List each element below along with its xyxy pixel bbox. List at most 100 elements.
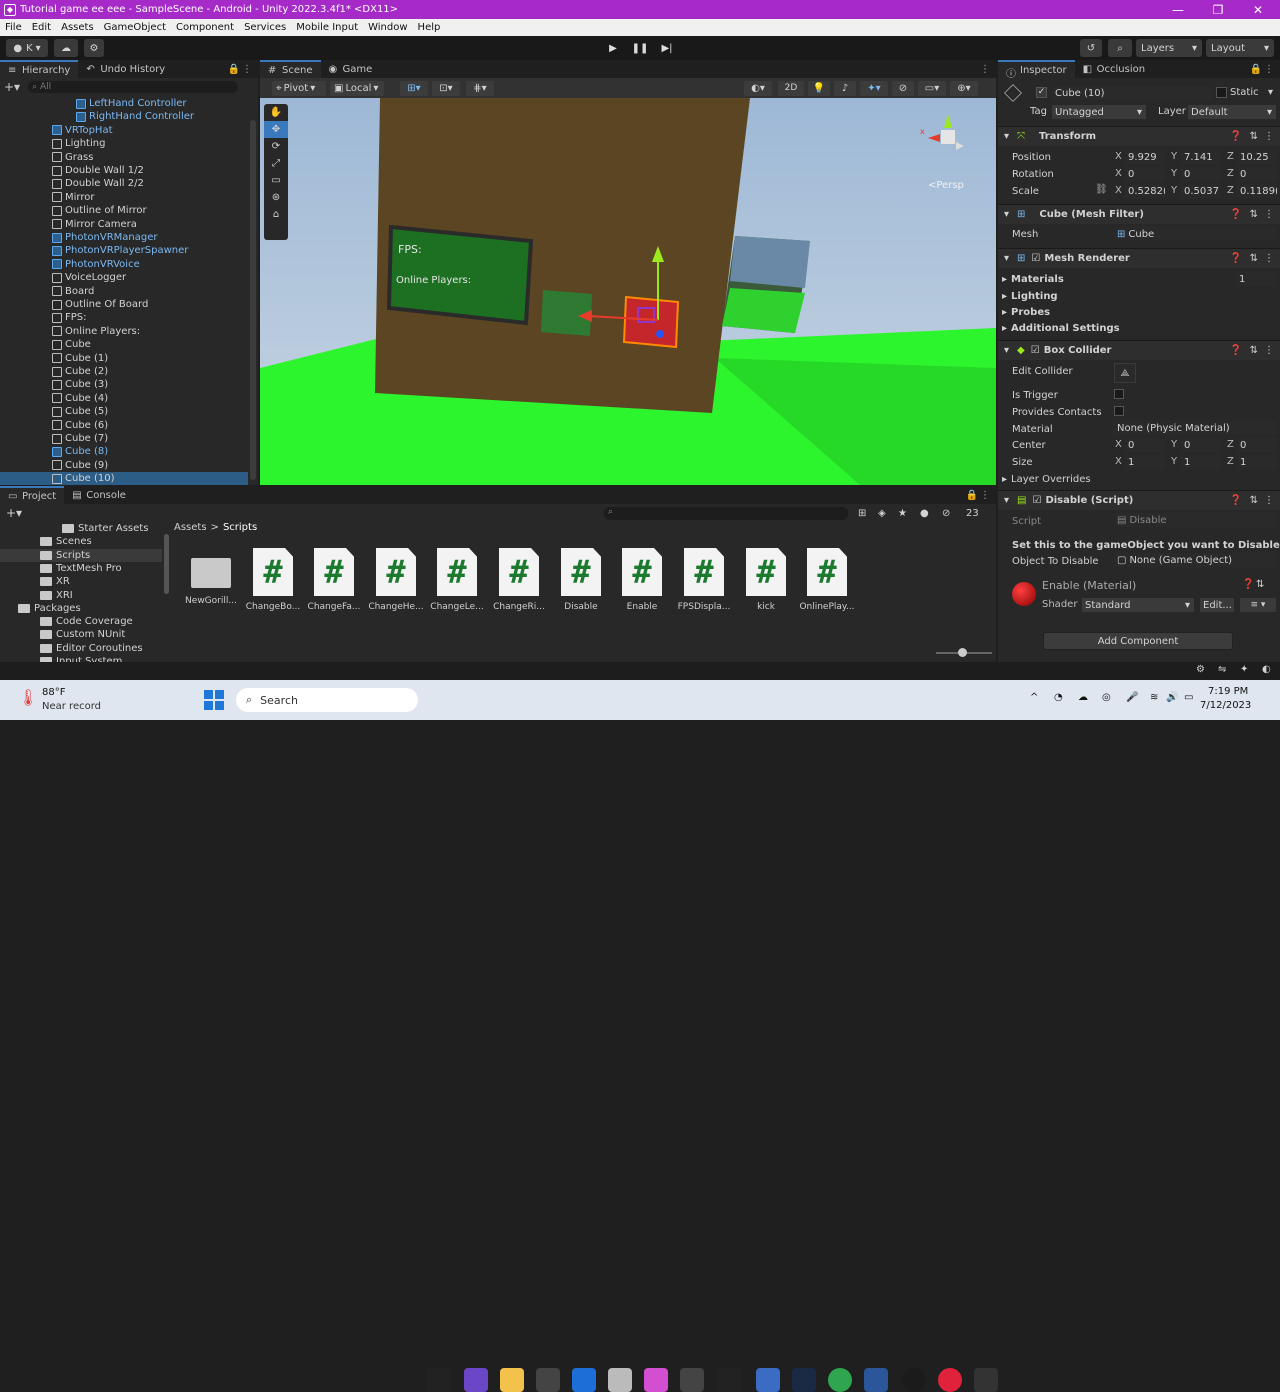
mesh-field[interactable]: ⊞ Cube bbox=[1114, 227, 1276, 241]
hierarchy-item[interactable]: Mirror Camera bbox=[0, 218, 248, 231]
steam-icon[interactable] bbox=[792, 1368, 816, 1392]
asset-item[interactable]: # Enable bbox=[611, 548, 673, 612]
add-icon[interactable]: +▾ bbox=[4, 80, 20, 94]
tray-app-icon[interactable]: ◔ bbox=[1054, 692, 1063, 703]
filter-type-icon[interactable]: ⊞ bbox=[858, 508, 866, 519]
hierarchy-item[interactable]: Double Wall 1/2 bbox=[0, 164, 248, 177]
camera-settings-icon[interactable]: ▭▾ bbox=[918, 80, 946, 96]
store-icon[interactable] bbox=[572, 1368, 596, 1392]
snipping-icon[interactable] bbox=[644, 1368, 668, 1392]
static-dropdown-icon[interactable]: ▾ bbox=[1268, 87, 1273, 98]
project-tree-item[interactable]: Scripts bbox=[0, 548, 162, 562]
tab-console[interactable]: ▤ Console bbox=[64, 486, 134, 504]
clock-date[interactable]: 7/12/2023 bbox=[1200, 700, 1251, 711]
lock-icon[interactable]: 🔒 bbox=[1250, 64, 1262, 75]
help-icon[interactable]: ❓ bbox=[1230, 253, 1242, 264]
hidden-objects-icon[interactable]: ⊘ bbox=[892, 80, 914, 96]
local-dropdown[interactable]: ▣ Local ▾ bbox=[330, 80, 384, 96]
tray-app-icon[interactable]: ◎ bbox=[1102, 692, 1111, 703]
asset-item[interactable]: # Disable bbox=[550, 548, 612, 612]
menu-file[interactable]: File bbox=[0, 22, 27, 33]
kebab-menu-icon[interactable]: ⋮ bbox=[980, 64, 990, 75]
help-icon[interactable]: ❓ bbox=[1230, 495, 1242, 506]
layer-dropdown[interactable]: Default ▾ bbox=[1188, 105, 1276, 119]
meta-icon[interactable] bbox=[718, 1368, 742, 1392]
project-tree-item[interactable]: TextMesh Pro bbox=[0, 562, 162, 575]
account-button[interactable]: ● K ▾ bbox=[6, 39, 48, 57]
app-icon[interactable] bbox=[608, 1368, 632, 1392]
hierarchy-item[interactable]: Double Wall 2/2 bbox=[0, 177, 248, 190]
hierarchy-item[interactable]: Cube (10) bbox=[0, 472, 248, 485]
hierarchy-item[interactable]: Cube (3) bbox=[0, 378, 248, 391]
app-icon[interactable] bbox=[902, 1368, 926, 1392]
help-icon[interactable]: ❓ bbox=[1230, 209, 1242, 220]
preset-icon[interactable]: ⇅ bbox=[1250, 131, 1258, 142]
hierarchy-search-input[interactable]: ⌕ All bbox=[28, 81, 239, 93]
kebab-menu-icon[interactable]: ⋮ bbox=[242, 64, 252, 75]
size-z-field[interactable]: 1 bbox=[1237, 455, 1277, 469]
tab-project[interactable]: ▭ Project bbox=[0, 486, 65, 504]
tab-occlusion[interactable]: ◧ Occlusion bbox=[1075, 60, 1153, 78]
task-view-icon[interactable] bbox=[426, 1368, 450, 1392]
kebab-menu-icon[interactable]: ⋮ bbox=[1264, 64, 1274, 75]
tray-cloud-icon[interactable]: ☁ bbox=[1078, 692, 1088, 703]
position-z-field[interactable]: 10.25 bbox=[1237, 150, 1277, 164]
hierarchy-item[interactable]: Mirror bbox=[0, 191, 248, 204]
custom-tool-icon[interactable]: ⌂ bbox=[264, 206, 288, 223]
mode-2d-button[interactable]: 2D bbox=[778, 80, 804, 96]
rotate-tool-icon[interactable]: ⟳ bbox=[264, 138, 288, 155]
pause-icon[interactable]: ❚❚ bbox=[628, 39, 652, 57]
wifi-icon[interactable]: ≋ bbox=[1150, 692, 1158, 703]
add-component-button[interactable]: Add Component bbox=[1043, 632, 1233, 650]
hierarchy-item[interactable]: Cube (7) bbox=[0, 432, 248, 445]
size-y-field[interactable]: 1 bbox=[1181, 455, 1221, 469]
asset-item[interactable]: NewGorill... bbox=[180, 548, 242, 606]
asset-item[interactable]: # ChangeHe... bbox=[365, 548, 427, 612]
preset-icon[interactable]: ⇅ bbox=[1250, 495, 1258, 506]
rotation-z-field[interactable]: 0 bbox=[1237, 167, 1277, 181]
project-tree-scrollbar[interactable] bbox=[164, 534, 169, 594]
project-tree-item[interactable]: Scenes bbox=[0, 535, 162, 548]
project-tree-item[interactable]: Custom NUnit bbox=[0, 628, 162, 641]
shader-edit-button[interactable]: Edit... bbox=[1200, 598, 1234, 612]
size-x-field[interactable]: 1 bbox=[1125, 455, 1165, 469]
cloud-icon[interactable]: ☁ bbox=[54, 39, 78, 57]
asset-item[interactable]: # FPSDispla... bbox=[673, 548, 735, 612]
shading-mode-button[interactable]: ◐▾ bbox=[744, 80, 772, 96]
layout-dropdown[interactable]: Layout ▾ bbox=[1206, 39, 1274, 57]
debug-icon[interactable]: ✦ bbox=[1240, 664, 1248, 675]
hierarchy-item[interactable]: Lighting bbox=[0, 137, 248, 150]
rect-tool-icon[interactable]: ▭ bbox=[264, 172, 288, 189]
material-title[interactable]: Enable (Material) bbox=[1042, 579, 1136, 592]
filter-label-icon[interactable]: ◈ bbox=[878, 508, 886, 519]
hierarchy-item[interactable]: Outline of Mirror bbox=[0, 204, 248, 217]
teams-icon[interactable] bbox=[464, 1368, 488, 1392]
breadcrumb-assets[interactable]: Assets bbox=[174, 522, 207, 533]
history-icon[interactable]: ↺ bbox=[1080, 39, 1102, 57]
is-trigger-checkbox[interactable] bbox=[1114, 389, 1124, 399]
search-icon[interactable]: ⌕ bbox=[1108, 39, 1132, 57]
opera-icon[interactable] bbox=[938, 1368, 962, 1392]
hierarchy-item[interactable]: Cube (9) bbox=[0, 459, 248, 472]
network-icon[interactable]: ⇋ bbox=[1218, 664, 1226, 675]
mesh-filter-header[interactable]: ▾ ⊞ Cube (Mesh Filter) ❓ ⇅ ⋮ bbox=[998, 204, 1280, 224]
hierarchy-item[interactable]: Cube (4) bbox=[0, 392, 248, 405]
hierarchy-item[interactable]: Cube (1) bbox=[0, 352, 248, 365]
tab-game[interactable]: ◉ Game bbox=[321, 60, 381, 78]
scale-x-field[interactable]: 0.5282( bbox=[1125, 184, 1165, 198]
hierarchy-item[interactable]: FPS: bbox=[0, 311, 248, 324]
disable-script-header[interactable]: ▾ ▤ ☑ Disable (Script) ❓ ⇅ ⋮ bbox=[998, 490, 1280, 510]
lock-icon[interactable]: 🔒 bbox=[228, 64, 240, 75]
collab-icon[interactable]: ⚙ bbox=[84, 39, 104, 57]
hierarchy-item[interactable]: Cube bbox=[0, 338, 248, 351]
component-menu-icon[interactable]: ⋮ bbox=[1264, 495, 1274, 506]
hierarchy-item[interactable]: Online Players: bbox=[0, 325, 248, 338]
pivot-dropdown[interactable]: ⌖ Pivot ▾ bbox=[272, 80, 326, 96]
disable-script-checkbox[interactable]: ☑ bbox=[1032, 495, 1041, 506]
help-icon[interactable]: ❓ bbox=[1242, 579, 1254, 590]
provides-contacts-checkbox[interactable] bbox=[1114, 406, 1124, 416]
layers-dropdown[interactable]: Layers ▾ bbox=[1136, 39, 1202, 57]
shader-dropdown[interactable]: Standard ▾ bbox=[1082, 598, 1194, 612]
project-tree-item[interactable]: Code Coverage bbox=[0, 615, 162, 628]
word-icon[interactable] bbox=[864, 1368, 888, 1392]
